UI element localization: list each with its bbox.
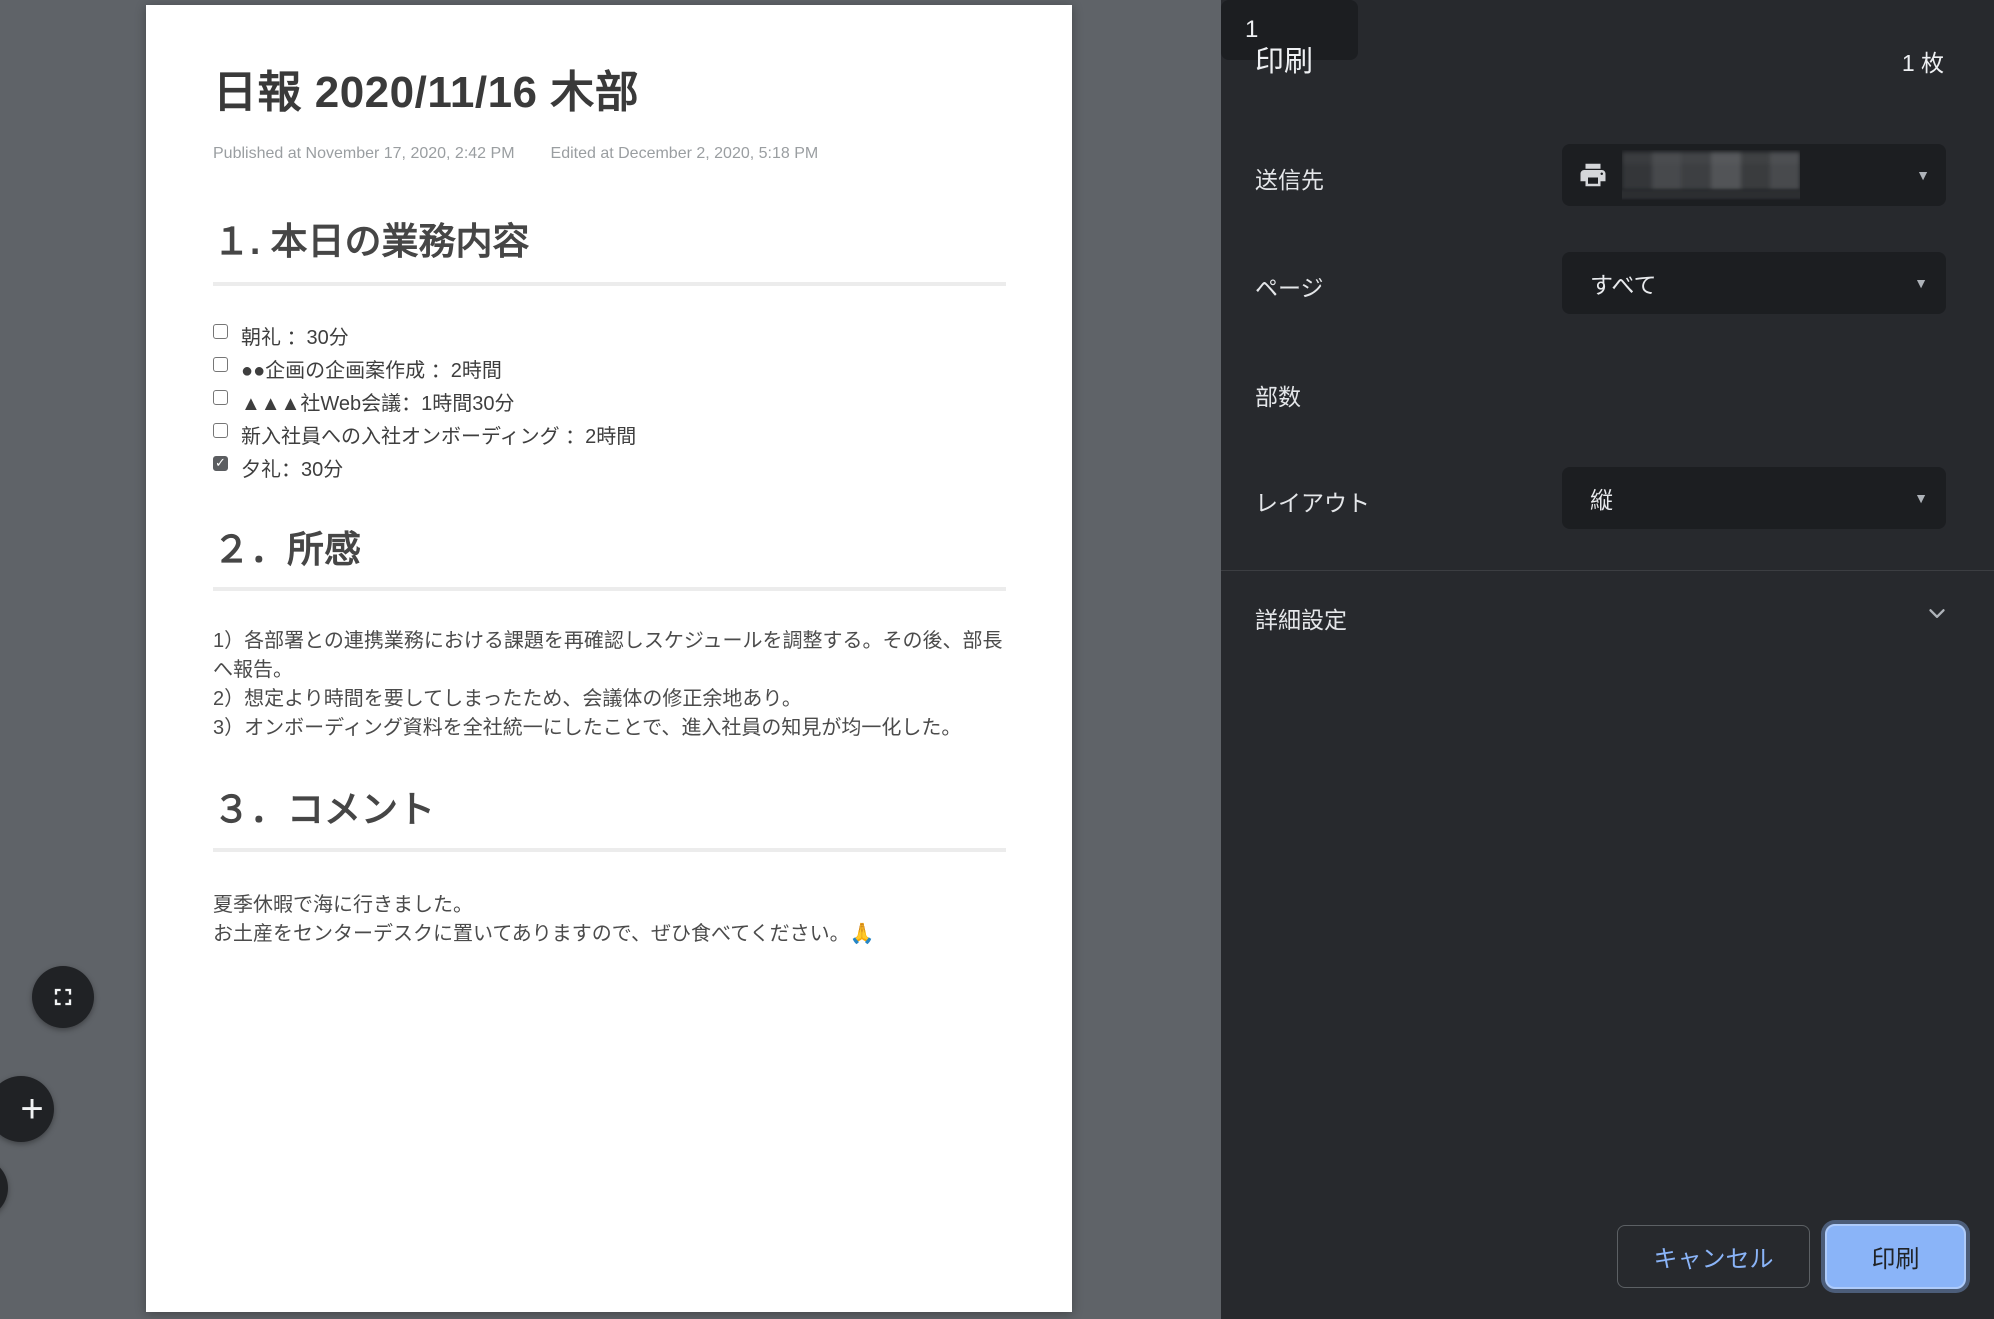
panel-title: 印刷 <box>1255 38 1313 80</box>
pages-label: ページ <box>1255 269 1324 303</box>
task-label: ●●企画の企画案作成 ：2時間 <box>241 354 502 383</box>
comment-paragraph: 夏季休暇で海に行きました。 お土産をセンターデスクに置いてありますので、ぜひ食べ… <box>213 891 1008 949</box>
impressions-line: 2）想定より時間を要してしまったため、会議体の修正余地あり。 <box>213 685 1008 714</box>
published-timestamp: Published at November 17, 2020, 2:42 PM <box>213 145 515 162</box>
plus-icon: + <box>20 1087 43 1132</box>
fullscreen-button[interactable] <box>32 966 94 1028</box>
task-checkbox[interactable] <box>213 357 228 372</box>
sheet-count: 1 枚 <box>1902 44 1944 78</box>
document-meta: Published at November 17, 2020, 2:42 PM E… <box>213 145 854 163</box>
more-settings-toggle[interactable]: 詳細設定 <box>1255 601 1347 635</box>
task-item: ▲▲▲社Web会議：1時間30分 <box>213 387 636 411</box>
edited-timestamp: Edited at December 2, 2020, 5:18 PM <box>551 145 819 162</box>
impressions-paragraph: 1）各部署との連携業務における課題を再確認しスケジュールを調整する。その後、部長… <box>213 627 1008 743</box>
task-label: 朝礼 ：30分 <box>241 321 349 350</box>
section-heading-impressions: ２．所感 <box>213 525 361 575</box>
dropdown-arrow-icon: ▼ <box>1914 275 1928 291</box>
pages-value: すべて <box>1590 266 1914 300</box>
fullscreen-icon <box>49 983 77 1011</box>
printer-icon <box>1578 160 1608 190</box>
document-content: 日報 2020/11/16 木部 Published at November 1… <box>213 5 1006 1312</box>
cancel-button[interactable]: キャンセル <box>1617 1225 1810 1288</box>
section-divider <box>213 587 1006 591</box>
redacted-printer-name <box>1622 150 1800 200</box>
chevron-down-icon[interactable] <box>1924 600 1950 631</box>
add-button[interactable]: + <box>0 1076 54 1142</box>
impressions-line: 3）オンボーディング資料を全社統一にしたことで、進入社員の知見が均一化した。 <box>213 714 1008 743</box>
task-item: ●●企画の企画案作成 ：2時間 <box>213 354 636 378</box>
comment-line: お土産をセンターデスクに置いてありますので、ぜひ食べてください。🙏 <box>213 920 1008 949</box>
impressions-line: 1）各部署との連携業務における課題を再確認しスケジュールを調整する。その後、部長… <box>213 627 1008 685</box>
document-preview-page: 日報 2020/11/16 木部 Published at November 1… <box>146 5 1072 1312</box>
task-item: 朝礼 ：30分 <box>213 321 636 345</box>
pages-select[interactable]: すべて ▼ <box>1562 252 1946 314</box>
task-checkbox[interactable] <box>213 423 228 438</box>
layout-value: 縦 <box>1590 481 1914 515</box>
task-checkbox[interactable] <box>213 390 228 405</box>
section-heading-tasks: １. 本日の業務内容 <box>213 217 530 267</box>
layout-label: レイアウト <box>1255 484 1370 518</box>
print-preview-screen: 日報 2020/11/16 木部 Published at November 1… <box>0 0 1994 1319</box>
task-item: 新入社員への入社オンボーディング ：2時間 <box>213 420 636 444</box>
destination-label: 送信先 <box>1255 161 1324 195</box>
print-button[interactable]: 印刷 <box>1825 1224 1966 1289</box>
task-checkbox[interactable] <box>213 456 228 471</box>
task-checkbox[interactable] <box>213 324 228 339</box>
dropdown-arrow-icon: ▼ <box>1914 490 1928 506</box>
copies-label: 部数 <box>1255 378 1301 412</box>
task-label: 新入社員への入社オンボーディング ：2時間 <box>241 420 636 449</box>
section-divider <box>213 848 1006 852</box>
task-checklist: 朝礼 ：30分 ●●企画の企画案作成 ：2時間 ▲▲▲社Web会議：1時間30分… <box>213 321 636 486</box>
section-divider <box>213 282 1006 286</box>
destination-select[interactable]: ▼ <box>1562 144 1946 206</box>
comment-line: 夏季休暇で海に行きました。 <box>213 891 1008 920</box>
dropdown-arrow-icon: ▼ <box>1916 167 1930 183</box>
task-label: ▲▲▲社Web会議：1時間30分 <box>241 387 515 416</box>
task-label: 夕礼：30分 <box>241 453 343 482</box>
print-settings-panel: 印刷 1 枚 送信先 ▼ ページ すべて ▼ 部数 レイアウト 縦 ▼ 詳細設定 <box>1221 0 1994 1319</box>
panel-divider <box>1221 570 1994 571</box>
task-item: 夕礼：30分 <box>213 453 636 477</box>
hidden-action-button[interactable] <box>0 1158 8 1218</box>
section-heading-comment: ３．コメント <box>213 785 435 835</box>
document-title: 日報 2020/11/16 木部 <box>213 63 639 123</box>
layout-select[interactable]: 縦 ▼ <box>1562 467 1946 529</box>
